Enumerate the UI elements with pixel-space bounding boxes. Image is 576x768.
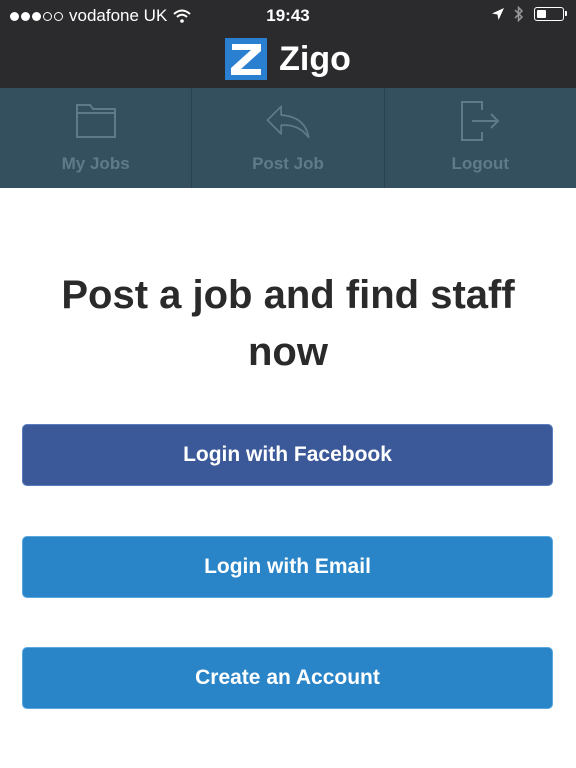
tab-label: My Jobs [61, 154, 130, 173]
status-time: 19:43 [266, 6, 310, 25]
create-account-button[interactable]: Create an Account [22, 647, 553, 709]
login-with-facebook-button[interactable]: Login with Facebook [22, 424, 553, 486]
tab-bar: My Jobs Post Job Logout [0, 88, 576, 188]
tab-logout[interactable]: Logout [385, 88, 576, 188]
page-headline: Post a job and find staff now [61, 272, 515, 374]
app-header: vodafone UK 19:43 Zigo [0, 0, 576, 88]
folder-icon [75, 104, 116, 138]
login-with-email-button[interactable]: Login with Email [22, 536, 553, 598]
bluetooth-icon [514, 6, 524, 22]
tab-my-jobs[interactable]: My Jobs [0, 88, 193, 188]
tab-post-job[interactable]: Post Job [192, 88, 385, 188]
logout-icon [461, 101, 500, 141]
status-bar: vodafone UK 19:43 [0, 0, 576, 32]
tab-label: Post Job [252, 154, 324, 173]
tab-label: Logout [451, 154, 510, 173]
battery-icon [534, 7, 567, 21]
brand: Zigo [0, 36, 576, 82]
zigo-logo-icon [225, 38, 268, 80]
location-arrow-icon [492, 8, 504, 20]
status-indicators [492, 6, 567, 22]
reply-arrow-icon [266, 105, 310, 139]
brand-name: Zigo [279, 39, 351, 78]
